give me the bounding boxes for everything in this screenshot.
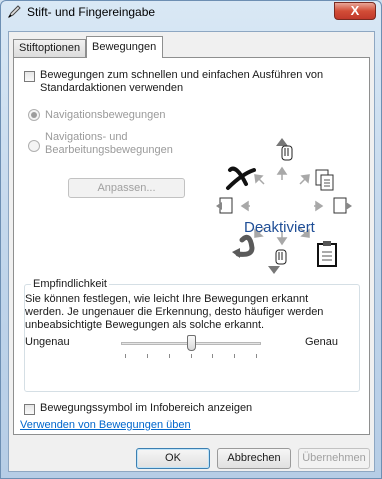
slider-tick bbox=[169, 354, 170, 358]
radio-edit-line1: Navigations- und bbox=[45, 131, 128, 143]
desc-line2: werden. Je ungenauer die Erkennung, dest… bbox=[25, 306, 324, 318]
slider-tick bbox=[256, 354, 257, 358]
paste-icon bbox=[317, 241, 337, 267]
forward-icon bbox=[333, 197, 352, 214]
desc-line3: unbeabsichtigte Bewegungen als solche er… bbox=[25, 319, 265, 331]
window-title: Stift- und Fingereingabe bbox=[27, 5, 156, 19]
slider-tick bbox=[125, 354, 126, 358]
enable-gestures-label-line2: Standardaktionen verwenden bbox=[40, 82, 184, 94]
slider-min-label: Ungenau bbox=[25, 336, 70, 348]
enable-gestures-label-line1: Bewegungen zum schnellen und einfachen A… bbox=[40, 69, 324, 81]
slider-tick bbox=[147, 354, 148, 358]
ok-button[interactable]: OK bbox=[136, 448, 210, 469]
close-button[interactable]: X bbox=[334, 2, 376, 20]
tab-panel: Bewegungen zum schnellen und einfachen A… bbox=[13, 57, 370, 435]
down-hand-icon bbox=[268, 249, 287, 274]
copy-icon bbox=[315, 169, 334, 191]
tab-stiftoptionen[interactable]: Stiftoptionen bbox=[13, 39, 86, 57]
tray-icon-label[interactable]: Bewegungssymbol im Infobereich anzeigen bbox=[40, 402, 252, 415]
slider-tick bbox=[212, 354, 213, 358]
ok-button-label: OK bbox=[165, 452, 181, 464]
slider-tick bbox=[234, 354, 235, 358]
sensitivity-description: Sie können festlegen, wie leicht Ihre Be… bbox=[25, 293, 355, 332]
desc-line1: Sie können festlegen, wie leicht Ihre Be… bbox=[25, 293, 309, 305]
delete-gesture-icon bbox=[226, 166, 256, 190]
cancel-button[interactable]: Abbrechen bbox=[217, 448, 291, 469]
radio-selected-dot bbox=[31, 112, 37, 118]
cancel-button-label: Abbrechen bbox=[227, 452, 281, 464]
enable-gestures-checkbox[interactable] bbox=[24, 71, 35, 82]
tab-bewegungen[interactable]: Bewegungen bbox=[86, 36, 163, 58]
title-bar[interactable]: Stift- und Fingereingabe X bbox=[1, 1, 381, 25]
tab-label: Bewegungen bbox=[92, 41, 157, 53]
practice-gestures-link[interactable]: Verwenden von Bewegungen üben bbox=[20, 419, 191, 431]
gesture-diagram bbox=[216, 138, 352, 274]
apply-button[interactable]: Übernehmen bbox=[298, 448, 370, 469]
client-area: Stiftoptionen Bewegungen Bewegungen zum … bbox=[8, 31, 375, 472]
back-icon bbox=[216, 197, 233, 214]
undo-icon bbox=[232, 234, 255, 258]
radio-navigation-label: Navigationsbewegungen bbox=[45, 109, 166, 121]
apply-button-label: Übernehmen bbox=[302, 452, 366, 464]
sensitivity-title: Empfindlichkeit bbox=[31, 278, 109, 290]
tab-label: Stiftoptionen bbox=[19, 42, 81, 54]
pen-icon bbox=[7, 5, 21, 19]
customize-button-label: Anpassen... bbox=[97, 182, 156, 194]
close-icon: X bbox=[350, 3, 360, 18]
dialog-window: Stift- und Fingereingabe X Stiftoptionen… bbox=[0, 0, 382, 479]
sensitivity-group: Empfindlichkeit Sie können festlegen, wi… bbox=[24, 278, 360, 392]
sensitivity-slider[interactable] bbox=[121, 335, 261, 361]
slider-thumb[interactable] bbox=[187, 335, 196, 351]
gesture-status-text: Deaktiviert bbox=[244, 219, 315, 236]
radio-navigation-editing-label: Navigations- und Bearbeitungsbewegungen bbox=[45, 131, 173, 157]
enable-gestures-label[interactable]: Bewegungen zum schnellen und einfachen A… bbox=[40, 69, 323, 95]
slider-max-label: Genau bbox=[305, 336, 339, 348]
radio-navigation[interactable] bbox=[28, 109, 40, 121]
tray-icon-checkbox[interactable] bbox=[24, 404, 35, 415]
radio-navigation-editing[interactable] bbox=[28, 140, 40, 152]
up-hand-icon bbox=[276, 138, 293, 161]
radio-edit-line2: Bearbeitungsbewegungen bbox=[45, 144, 173, 156]
slider-tick bbox=[191, 354, 192, 358]
customize-button[interactable]: Anpassen... bbox=[68, 178, 185, 198]
